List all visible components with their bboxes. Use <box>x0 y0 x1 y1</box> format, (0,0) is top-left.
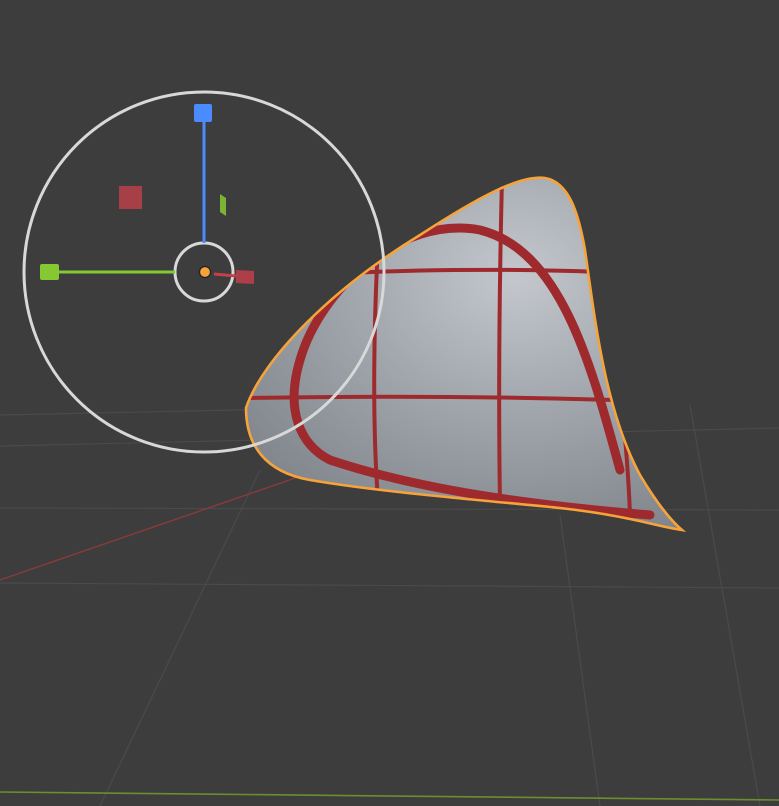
selected-surface-object[interactable] <box>244 176 687 532</box>
z-axis-handle-icon[interactable] <box>194 104 212 122</box>
xz-plane-handle-icon[interactable] <box>119 186 142 209</box>
yz-plane-handle-icon[interactable] <box>220 194 226 216</box>
viewport-canvas[interactable] <box>0 0 779 806</box>
x-axis-handle-line[interactable] <box>213 272 237 278</box>
x-axis-handle-icon[interactable] <box>236 270 254 284</box>
origin-dot-icon <box>198 265 212 279</box>
y-axis-line <box>0 791 779 801</box>
y-axis-handle-icon[interactable] <box>40 264 59 280</box>
3d-viewport[interactable] <box>0 0 779 806</box>
x-axis-line <box>0 465 331 581</box>
